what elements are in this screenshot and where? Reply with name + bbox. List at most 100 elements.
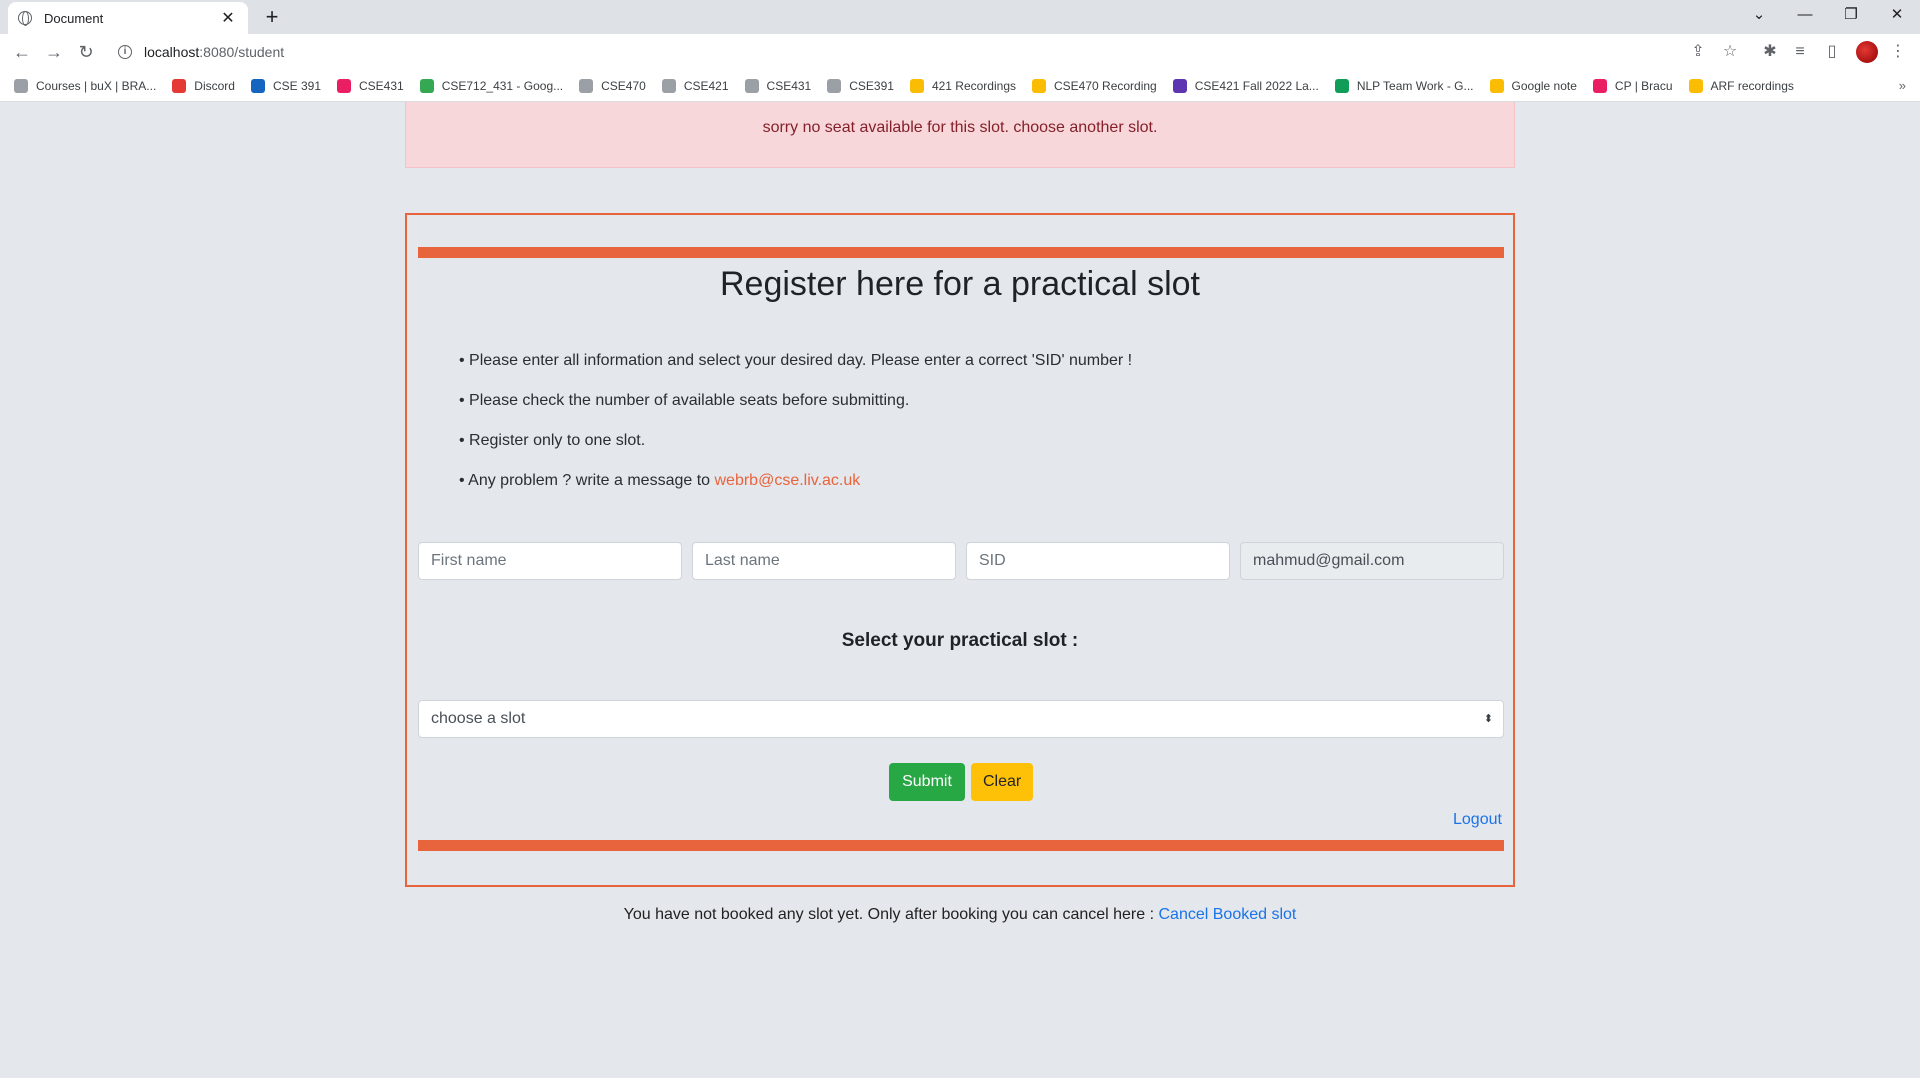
tab-title: Document [44, 10, 104, 26]
bookmark-label: CSE431 [766, 78, 812, 93]
url-host: localhost [144, 44, 200, 60]
side-panel-icon[interactable]: ▯ [1818, 38, 1846, 66]
bookmarks-bar: Courses | buX | BRA... Discord CSE 391 CSE4… [0, 70, 1920, 102]
submit-button[interactable]: Submit [889, 763, 965, 801]
bookmark-favicon-icon [250, 78, 265, 93]
bookmark-favicon-icon [827, 78, 842, 93]
bookmark-label: Courses | buX | BRA... [36, 78, 157, 93]
bookmark-favicon-icon [1172, 78, 1187, 93]
clear-button[interactable]: Clear [971, 763, 1033, 801]
bookmark-favicon-icon [744, 78, 759, 93]
top-accent-bar [418, 247, 1504, 258]
profile-avatar[interactable] [1856, 41, 1878, 63]
logout-link[interactable]: Logout [1453, 811, 1502, 829]
tab-strip: Document ✕ + ⌄ — ❐ ✕ [0, 0, 1920, 34]
share-icon[interactable]: ⇪ [1684, 38, 1712, 66]
bookmark-favicon-icon [172, 78, 187, 93]
bookmark-item[interactable]: 421 Recordings [909, 78, 1016, 93]
bookmark-label: CSE421 Fall 2022 La... [1194, 78, 1319, 93]
booking-note-text: You have not booked any slot yet. Only a… [623, 906, 1159, 923]
bottom-accent-bar [418, 840, 1504, 851]
more-bookmarks-icon[interactable]: » [1899, 78, 1906, 93]
info-icon[interactable]: i [118, 45, 132, 59]
bookmark-item[interactable]: CSE431 [744, 78, 812, 93]
bookmark-label: ARF recordings [1710, 78, 1794, 93]
bookmark-label: 421 Recordings [931, 78, 1016, 93]
media-control-icon[interactable]: ≡ [1786, 38, 1814, 66]
registration-card: Register here for a practical slot • Ple… [405, 213, 1515, 887]
bookmark-item[interactable]: CSE431 [337, 78, 404, 93]
bookmark-favicon-icon [14, 78, 28, 93]
email-field[interactable] [1240, 542, 1504, 580]
last-name-field[interactable] [692, 542, 956, 580]
page-title: Register here for a practical slot [720, 265, 1200, 303]
bookmark-item[interactable]: Discord [172, 78, 235, 93]
bookmark-label: Discord [194, 78, 235, 93]
slot-heading: Select your practical slot : [841, 630, 1079, 651]
bookmark-label: CSE470 [601, 78, 646, 93]
globe-icon [18, 11, 32, 26]
bookmark-item[interactable]: ARF recordings [1688, 78, 1794, 93]
bookmark-item[interactable]: CSE470 [579, 78, 646, 93]
contact-email-link[interactable]: webrb@cse.liv.ac.uk [715, 472, 861, 489]
address-bar[interactable]: i localhost:8080/student [110, 38, 1750, 66]
bookmark-label: CSE470 Recording [1054, 78, 1157, 93]
contact-text: • Any problem ? write a message to [459, 472, 715, 489]
bookmark-label: CSE431 [359, 78, 404, 93]
slot-select[interactable]: choose a slot ⬍ [418, 700, 1504, 738]
bookmark-label: NLP Team Work - G... [1356, 78, 1474, 93]
minimize-button[interactable]: — [1782, 0, 1828, 30]
url-path: :8080/student [199, 44, 285, 60]
bookmark-item[interactable]: Google note [1489, 78, 1577, 93]
browser-tab[interactable]: Document ✕ [8, 2, 248, 34]
extensions-icon[interactable]: ✱ [1756, 38, 1784, 66]
slot-select-value: choose a slot [431, 710, 526, 727]
bookmark-item[interactable]: CSE470 Recording [1032, 78, 1157, 93]
close-window-button[interactable]: ✕ [1874, 0, 1920, 30]
instruction-item: • Please enter all information and selec… [459, 352, 1133, 369]
bookmark-label: Google note [1511, 78, 1577, 93]
bookmark-favicon-icon [1489, 78, 1504, 93]
bookmark-label: CP | Bracu [1614, 78, 1673, 93]
bookmark-item[interactable]: Courses | buX | BRA... [14, 78, 157, 93]
instruction-item: • Register only to one slot. [459, 432, 646, 449]
bookmark-favicon-icon [1334, 78, 1349, 93]
menu-icon[interactable]: ⋮ [1884, 38, 1912, 66]
bookmark-favicon-icon [419, 78, 434, 93]
bookmark-favicon-icon [909, 78, 924, 93]
bookmark-star-icon[interactable]: ☆ [1716, 38, 1744, 66]
instruction-item-contact: • Any problem ? write a message to webrb… [459, 472, 860, 490]
bookmark-favicon-icon [661, 78, 676, 93]
bookmark-item[interactable]: CSE421 Fall 2022 La... [1172, 78, 1319, 93]
new-tab-button[interactable]: + [258, 4, 286, 30]
bookmark-label: CSE 391 [272, 78, 321, 93]
first-name-field[interactable] [418, 542, 682, 580]
bookmark-item[interactable]: CSE 391 [250, 78, 321, 93]
bookmark-favicon-icon [1688, 78, 1703, 93]
bookmark-favicon-icon [579, 78, 594, 93]
bookmark-item[interactable]: CSE712_431 - Goog... [419, 78, 564, 93]
reload-icon[interactable]: ↻ [72, 38, 100, 66]
error-alert: sorry no seat available for this slot. c… [405, 102, 1515, 168]
bookmark-label: CSE421 [683, 78, 729, 93]
forward-icon[interactable]: → [40, 38, 68, 66]
close-tab-icon[interactable]: ✕ [218, 8, 238, 28]
select-arrows-icon: ⬍ [1483, 713, 1493, 725]
tab-search-icon[interactable]: ⌄ [1736, 0, 1782, 30]
bookmark-favicon-icon [1032, 78, 1046, 93]
booking-note: You have not booked any slot yet. Only a… [0, 906, 1920, 924]
bookmark-item[interactable]: CSE391 [827, 78, 894, 93]
back-icon[interactable]: ← [8, 38, 36, 66]
bookmark-item[interactable]: CSE421 [661, 78, 729, 93]
sid-field[interactable] [966, 542, 1230, 580]
restore-button[interactable]: ❐ [1828, 0, 1874, 30]
browser-toolbar: ← → ↻ i localhost:8080/student ⇪ ☆ ✱ ≡ ▯… [0, 34, 1920, 70]
bookmark-label: CSE391 [849, 78, 894, 93]
bookmark-item[interactable]: CP | Bracu [1592, 78, 1673, 93]
instruction-item: • Please check the number of available s… [459, 392, 910, 409]
cancel-booked-slot-link[interactable]: Cancel Booked slot [1159, 906, 1297, 923]
bookmark-item[interactable]: NLP Team Work - G... [1334, 78, 1474, 93]
bookmark-favicon-icon [1592, 78, 1607, 93]
bookmark-favicon-icon [337, 78, 351, 93]
bookmark-label: CSE712_431 - Goog... [441, 78, 564, 93]
